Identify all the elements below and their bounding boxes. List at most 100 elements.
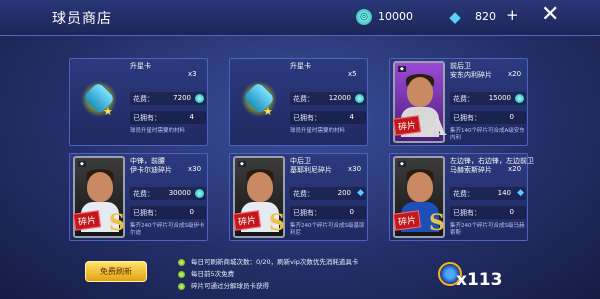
rank-badge: A <box>429 115 447 141</box>
cost-label: 花费： <box>293 95 314 103</box>
owned-label: 已拥有： <box>453 114 481 122</box>
card-quantity: x30 <box>188 165 202 173</box>
shop-card-upgrade-x5[interactable]: ★ 升星卡 x5 花费： 12000 已拥有： 4 球员升星时需要的材料 <box>229 58 368 146</box>
rank-badge: S <box>269 210 285 236</box>
owned-row: 已拥有： 0 <box>290 206 366 219</box>
card-name: 中锋，前腰 伊卡尔迪碎片 <box>130 157 172 174</box>
card-quantity: x30 <box>348 165 362 173</box>
bullet-icon <box>178 270 185 278</box>
cost-row: 花费： 12000 <box>290 92 366 105</box>
gem-balance: 820 <box>475 10 496 23</box>
card-name: 左边锋，右边锋，左边前卫 马赫索斯碎片 <box>450 157 534 174</box>
cost-value: 30000 <box>168 189 191 197</box>
info-line: 每日前5次免费 <box>178 268 234 278</box>
owned-value: 4 <box>349 113 354 121</box>
owned-label: 已拥有： <box>293 114 321 122</box>
owned-row: 已拥有： 0 <box>130 206 206 219</box>
gem-icon: ◆ <box>357 188 364 198</box>
fragment-tag: 碎片 <box>392 115 422 136</box>
card-name: 升星卡 <box>290 62 311 70</box>
card-quantity: x5 <box>348 70 357 78</box>
owned-value: 0 <box>509 208 514 216</box>
shop-card-antonelli-fragment[interactable]: ◆ 碎片 A 前后卫 安东内利碎片 x20 花费： 15000 已拥有： 0 集… <box>389 58 528 146</box>
player-portrait: ◆ 碎片 A <box>392 61 447 143</box>
card-description: 集齐240个碎片可合成S级基耶利尼 <box>290 223 365 236</box>
card-name: 前后卫 安东内利碎片 <box>450 62 492 79</box>
info-line: 每日可刷新商城次数：0/20，刷新vip次数优先消耗道具卡 <box>178 256 358 266</box>
owned-row: 已拥有： 4 <box>290 111 366 124</box>
card-description: 集齐240个碎片可合成S级伊卡尔迪 <box>130 223 205 236</box>
fragment-tag: 碎片 <box>72 210 102 231</box>
cost-value: 7200 <box>173 94 191 102</box>
cost-value: 140 <box>497 189 511 197</box>
cost-row: 花费： 30000 <box>130 187 206 200</box>
owned-value: 0 <box>509 113 514 121</box>
add-gems-button[interactable]: + <box>506 6 519 24</box>
player-portrait: ◆ 碎片 S <box>232 156 285 238</box>
owned-label: 已拥有： <box>133 209 161 217</box>
player-portrait: ◆ 碎片 S <box>72 156 125 238</box>
fragment-tag: 碎片 <box>232 210 262 231</box>
team-badge-icon: ◆ <box>238 161 246 167</box>
owned-row: 已拥有： 0 <box>450 111 526 124</box>
coin-icon <box>195 94 204 103</box>
cost-label: 花费： <box>453 190 474 198</box>
card-description: 集齐240个碎片可合成S级马赫索斯 <box>450 223 525 236</box>
owned-value: 0 <box>189 208 194 216</box>
cost-label: 花费： <box>453 95 474 103</box>
shop-card-fragment-6[interactable]: ◆ 碎片 S 左边锋，右边锋，左边前卫 马赫索斯碎片 x20 花费： 140 ◆… <box>389 153 534 241</box>
cost-label: 花费： <box>133 190 154 198</box>
cost-row: 花费： 140 ◆ <box>450 187 526 200</box>
cost-value: 15000 <box>488 94 511 102</box>
info-line: 碎片可通过分解球员卡获得 <box>178 280 269 290</box>
upgrade-card-icon: ★ <box>233 61 285 143</box>
card-quantity: x20 <box>508 165 522 173</box>
owned-value: 4 <box>189 113 194 121</box>
team-badge-icon: ◆ <box>398 161 406 167</box>
cost-label: 花费： <box>293 190 314 198</box>
shop-card-icardi-fragment[interactable]: ◆ 碎片 S 中锋，前腰 伊卡尔迪碎片 x30 花费： 30000 已拥有： 0… <box>69 153 208 241</box>
owned-label: 已拥有： <box>133 114 161 122</box>
owned-row: 已拥有： 4 <box>130 111 206 124</box>
card-quantity: x20 <box>508 70 522 78</box>
coin-icon: ◎ <box>356 9 372 25</box>
card-description: 球员升星时需要的材料 <box>290 128 346 134</box>
refresh-card-count: x113 <box>456 270 503 290</box>
coin-icon <box>355 94 364 103</box>
card-quantity: x3 <box>188 70 197 78</box>
cost-row: 花费： 200 ◆ <box>290 187 366 200</box>
cost-row: 花费： 15000 <box>450 92 526 105</box>
shop-card-upgrade-x3[interactable]: ★ 升星卡 x3 花费： 7200 已拥有： 4 球员升星时需要的材料 <box>69 58 208 146</box>
fragment-tag: 碎片 <box>392 210 422 231</box>
cost-value: 12000 <box>328 94 351 102</box>
owned-value: 0 <box>349 208 354 216</box>
coin-balance: 10000 <box>378 10 413 23</box>
gem-icon: ◆ <box>517 188 524 198</box>
cost-label: 花费： <box>133 95 154 103</box>
player-portrait: ◆ 碎片 S <box>392 156 445 238</box>
rank-badge: S <box>429 210 445 236</box>
bullet-icon <box>178 258 185 266</box>
shop-card-chiellini-fragment[interactable]: ◆ 碎片 S 中后卫 基耶利尼碎片 x30 花费： 200 ◆ 已拥有： 0 集… <box>229 153 368 241</box>
coin-icon <box>195 189 204 198</box>
upgrade-card-icon: ★ <box>73 61 125 143</box>
owned-label: 已拥有： <box>293 209 321 217</box>
gem-icon: ◆ <box>449 8 461 26</box>
page-title: 球员商店 <box>52 11 112 27</box>
card-description: 球员升星时需要的材料 <box>130 128 186 134</box>
bullet-icon <box>178 282 185 290</box>
free-refresh-button[interactable]: 免费刷新 <box>85 261 147 282</box>
close-button[interactable]: ✕ <box>541 4 559 26</box>
top-bar: 球员商店 ◎ 10000 ◆ 820 + ✕ <box>0 0 600 36</box>
card-description: 集齐140个碎片可合成A级安东内利 <box>450 128 525 141</box>
owned-label: 已拥有： <box>453 209 481 217</box>
card-name: 升星卡 <box>130 62 151 70</box>
team-badge-icon: ◆ <box>398 66 406 72</box>
team-badge-icon: ◆ <box>78 161 86 167</box>
cost-value: 200 <box>337 189 351 197</box>
rank-badge: S <box>109 210 125 236</box>
cost-row: 花费： 7200 <box>130 92 206 105</box>
owned-row: 已拥有： 0 <box>450 206 526 219</box>
coin-icon <box>515 94 524 103</box>
card-name: 中后卫 基耶利尼碎片 <box>290 157 332 174</box>
